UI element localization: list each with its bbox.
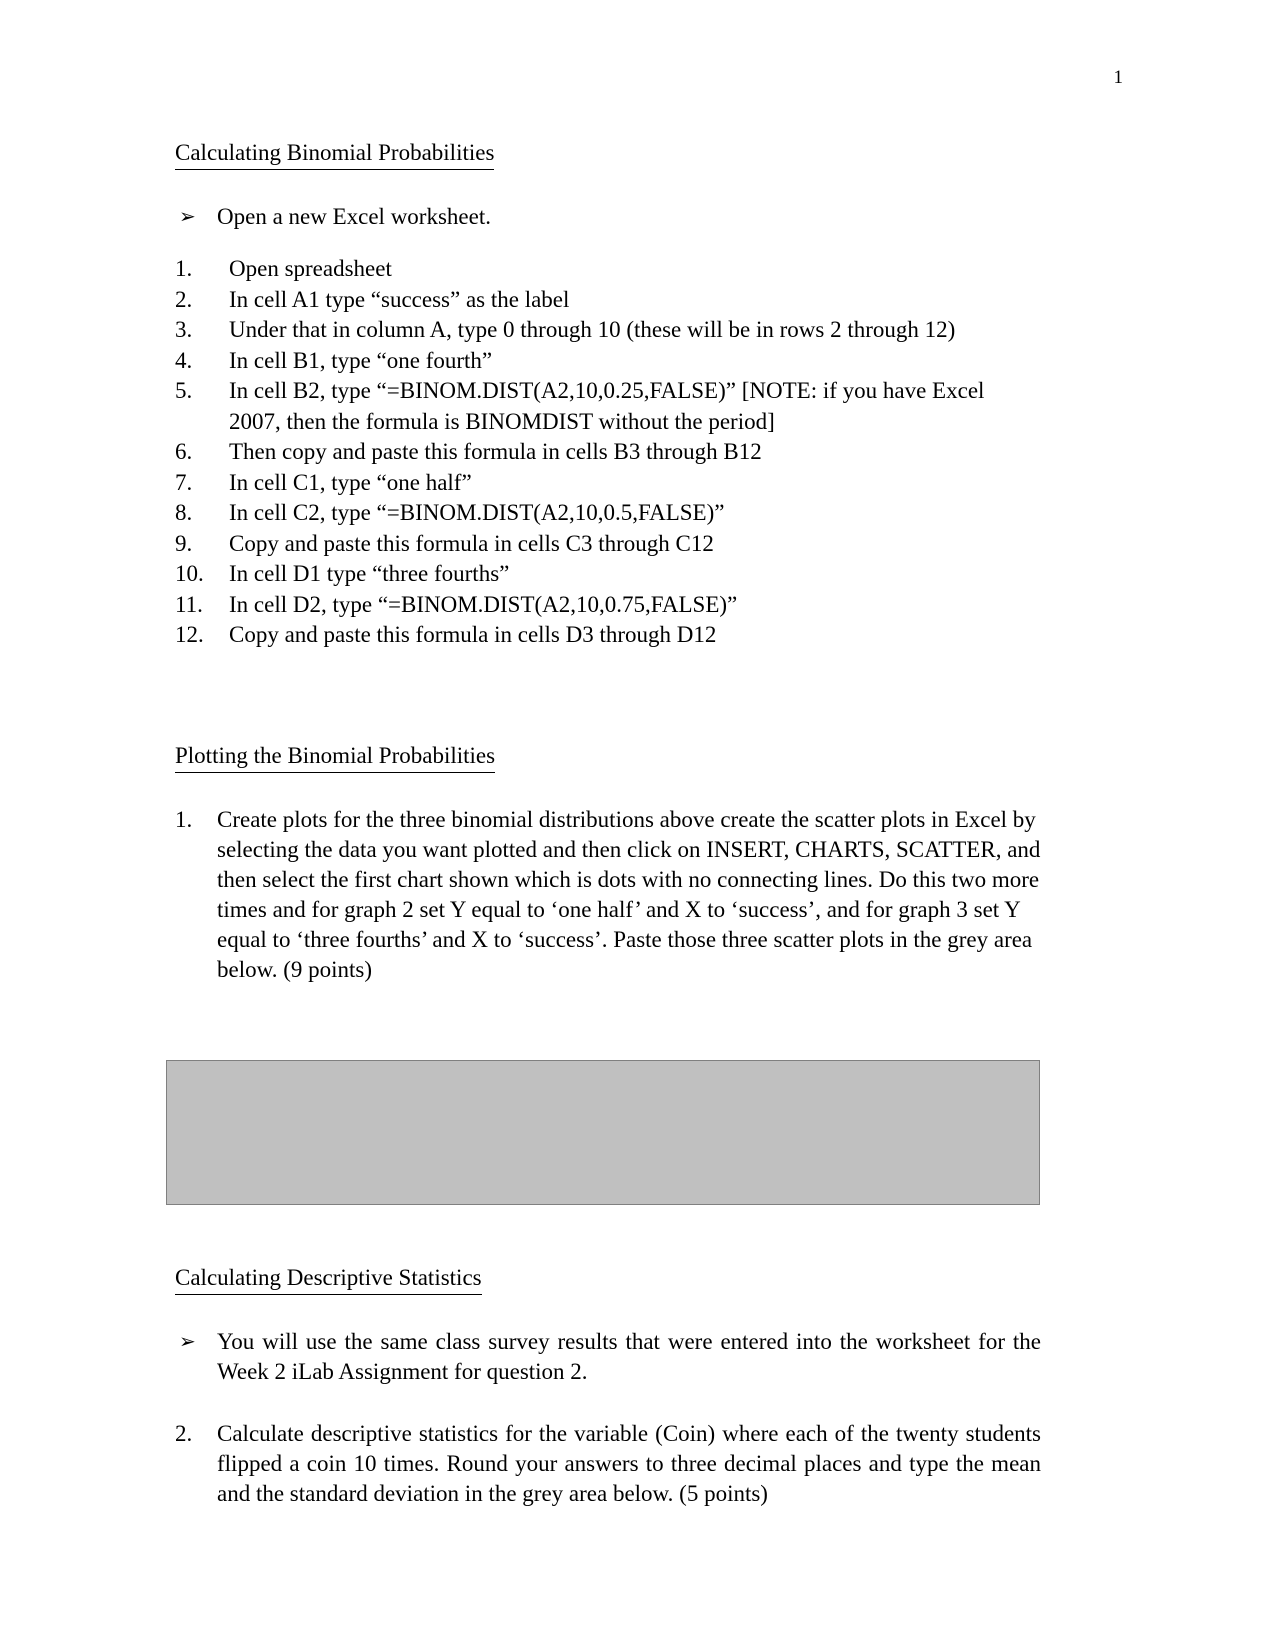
plotting-instruction-marker: 1.: [175, 806, 193, 832]
list-item-marker: 4.: [175, 347, 193, 373]
heading-calculating-binomial-probabilities-wrapper: Calculating Binomial Probabilities: [175, 138, 1041, 170]
page-number: 1: [1113, 67, 1124, 88]
descriptive-statistics-item: 2. Calculate descriptive statistics for …: [175, 1419, 1041, 1509]
bullet-open-new-worksheet-text: Open a new Excel worksheet.: [217, 204, 491, 229]
list-item: 2. In cell A1 type “success” as the labe…: [175, 285, 1041, 316]
list-item-text: In cell D2, type “=BINOM.DIST(A2,10,0.75…: [229, 591, 738, 617]
list-item-text: In cell B1, type “one fourth”: [229, 347, 493, 373]
list-item-text: In cell C2, type “=BINOM.DIST(A2,10,0.5,…: [229, 500, 725, 525]
list-item-text: In cell A1 type “success” as the label: [229, 286, 570, 312]
list-item-text: Open spreadsheet: [229, 256, 392, 281]
arrow-bullet-icon: ➢: [179, 1331, 196, 1353]
list-item: 6. Then copy and paste this formula in c…: [175, 437, 1041, 468]
plotting-instruction-item: 1. Create plots for the three binomial d…: [175, 805, 1041, 985]
document-body-lower: Calculating Descriptive Statistics ➢ You…: [175, 1263, 1041, 1509]
list-item-text: Copy and paste this formula in cells D3 …: [229, 622, 717, 647]
heading-calculating-binomial-probabilities: Calculating Binomial Probabilities: [175, 138, 495, 170]
list-item-marker: 8.: [175, 500, 193, 525]
list-item-text: In cell C1, type “one half”: [229, 469, 472, 495]
heading-plotting-binomial-probabilities: Plotting the Binomial Probabilities: [175, 741, 496, 773]
list-item-text: In cell B2, type “=BINOM.DIST(A2,10,0.25…: [229, 378, 985, 434]
list-item: 10. In cell D1 type “three fourths”: [175, 559, 1041, 590]
list-item: 4. In cell B1, type “one fourth”: [175, 346, 1041, 377]
list-item-marker: 10.: [175, 561, 204, 586]
heading-plotting-binomial-probabilities-wrapper: Plotting the Binomial Probabilities: [175, 741, 1041, 773]
list-item: 1. Open spreadsheet: [175, 254, 1041, 285]
bullet-class-survey-results-text: You will use the same class survey resul…: [217, 1329, 1041, 1384]
list-item-marker: 12.: [175, 622, 204, 647]
heading-calculating-descriptive-statistics: Calculating Descriptive Statistics: [175, 1263, 482, 1295]
list-item-text: Copy and paste this formula in cells C3 …: [229, 530, 714, 556]
descriptive-statistics-text: Calculate descriptive statistics for the…: [217, 1421, 1041, 1506]
bullet-open-new-worksheet: ➢ Open a new Excel worksheet.: [175, 202, 1041, 232]
grey-answer-area-plots[interactable]: [166, 1060, 1040, 1205]
list-item: 3. Under that in column A, type 0 throug…: [175, 315, 1041, 346]
list-item-marker: 5.: [175, 378, 193, 403]
binomial-steps-list: 1. Open spreadsheet 2. In cell A1 type “…: [175, 254, 1041, 651]
list-item: 12. Copy and paste this formula in cells…: [175, 620, 1041, 651]
list-item-marker: 2.: [175, 286, 193, 312]
list-item: 5. In cell B2, type “=BINOM.DIST(A2,10,0…: [175, 376, 1041, 437]
arrow-bullet-icon: ➢: [179, 206, 196, 228]
list-item-text: Under that in column A, type 0 through 1…: [229, 317, 956, 342]
bullet-class-survey-results: ➢ You will use the same class survey res…: [175, 1327, 1041, 1387]
list-item-marker: 6.: [175, 439, 193, 464]
document-body: Calculating Binomial Probabilities ➢ Ope…: [175, 138, 1041, 985]
list-item-marker: 11.: [175, 591, 203, 617]
list-item-marker: 7.: [175, 469, 193, 495]
document-page: 1 Calculating Binomial Probabilities ➢ O…: [0, 0, 1275, 1650]
heading-calculating-descriptive-statistics-wrapper: Calculating Descriptive Statistics: [175, 1263, 1041, 1295]
list-item-text: Then copy and paste this formula in cell…: [229, 439, 762, 464]
plotting-instruction-text: Create plots for the three binomial dist…: [217, 806, 1041, 982]
list-item-marker: 3.: [175, 317, 193, 342]
list-item-text: In cell D1 type “three fourths”: [229, 561, 510, 586]
list-item: 7. In cell C1, type “one half”: [175, 468, 1041, 499]
descriptive-statistics-marker: 2.: [175, 1421, 193, 1446]
list-item-marker: 1.: [175, 256, 193, 281]
list-item-marker: 9.: [175, 530, 193, 556]
list-item: 8. In cell C2, type “=BINOM.DIST(A2,10,0…: [175, 498, 1041, 529]
list-item: 9. Copy and paste this formula in cells …: [175, 529, 1041, 560]
list-item: 11. In cell D2, type “=BINOM.DIST(A2,10,…: [175, 590, 1041, 621]
